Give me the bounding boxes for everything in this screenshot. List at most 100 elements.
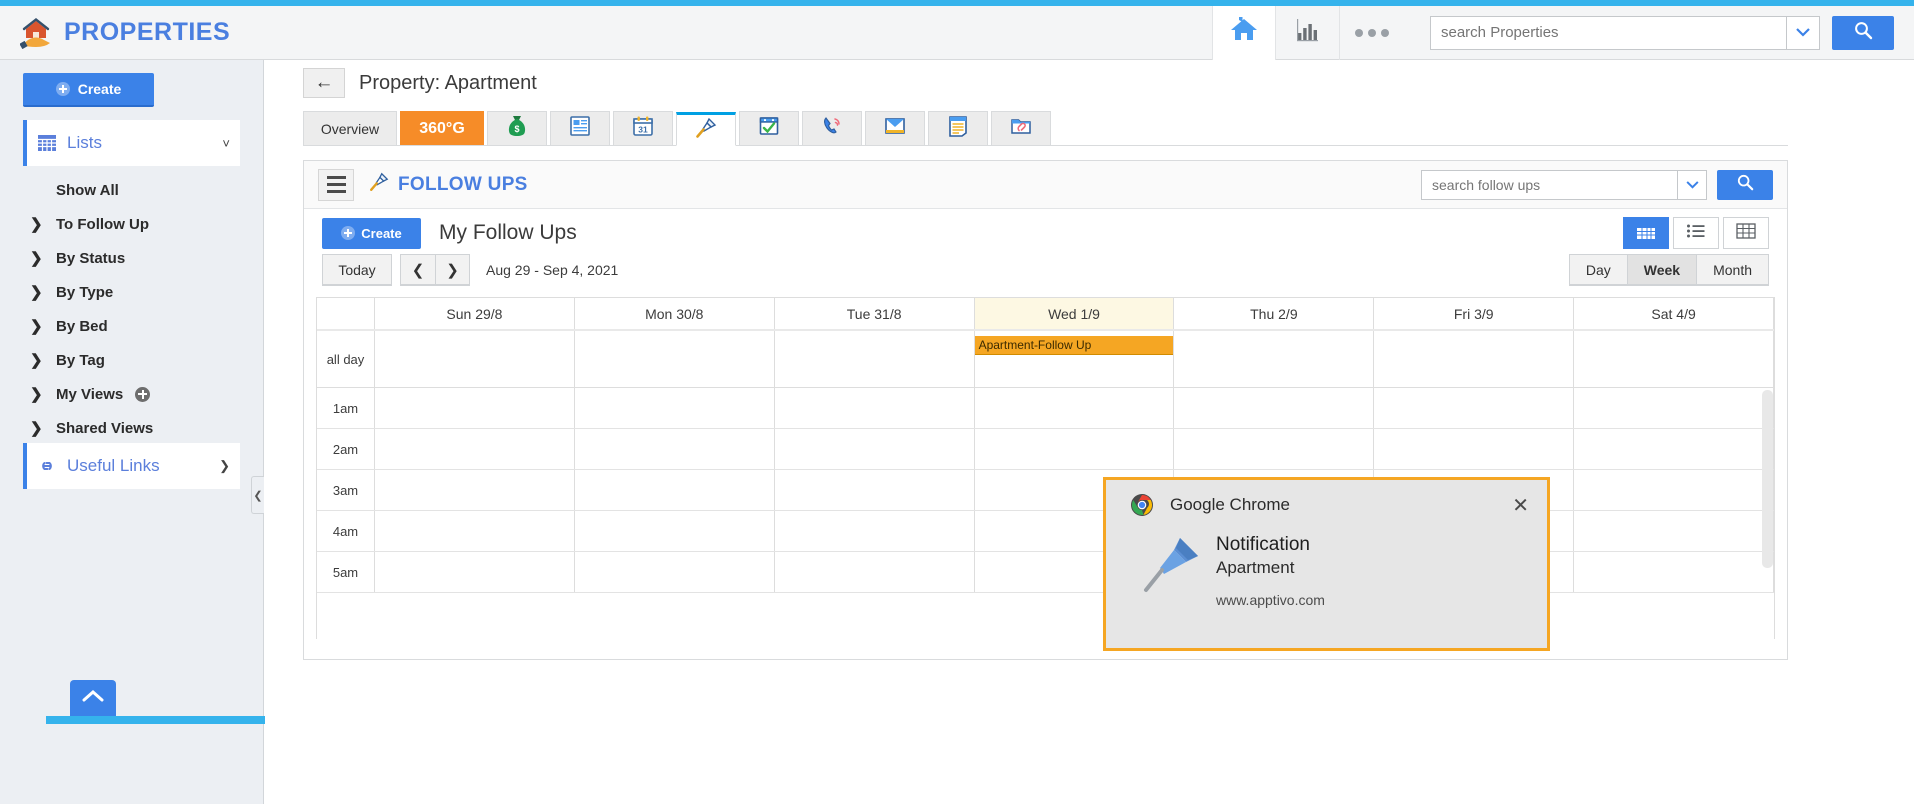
slot-cell[interactable] xyxy=(1574,429,1774,469)
all-day-cell-mon[interactable] xyxy=(575,331,775,387)
next-period-button[interactable]: ❯ xyxy=(435,254,470,286)
slot-cell[interactable] xyxy=(575,552,775,592)
day-header-mon[interactable]: Mon 30/8 xyxy=(575,298,775,329)
slot-cell[interactable] xyxy=(375,470,575,510)
slot-cell[interactable] xyxy=(1574,511,1774,551)
calendar-layout-switch xyxy=(1623,217,1769,249)
table-view-button[interactable] xyxy=(1723,217,1769,249)
all-day-cell-thu[interactable] xyxy=(1174,331,1374,387)
attachment-folder-icon xyxy=(1010,116,1032,141)
today-button[interactable]: Today xyxy=(322,254,392,286)
follow-ups-search-button[interactable] xyxy=(1717,170,1773,200)
all-day-cell-sun[interactable] xyxy=(375,331,575,387)
page-title: Property: Apartment xyxy=(359,72,537,95)
sidebar-item-shared-views[interactable]: ❯ Shared Views xyxy=(0,411,264,445)
back-button[interactable]: ← xyxy=(303,68,345,98)
slot-cell[interactable] xyxy=(1574,552,1774,592)
follow-ups-search-input[interactable] xyxy=(1421,170,1677,200)
calendar-view-button[interactable] xyxy=(1623,217,1669,249)
list-view-button[interactable] xyxy=(1673,217,1719,249)
period-month-button[interactable]: Month xyxy=(1697,254,1769,286)
slot-cell[interactable] xyxy=(775,388,975,428)
day-header-wed[interactable]: Wed 1/9 xyxy=(975,298,1175,329)
tab-notes[interactable] xyxy=(928,111,988,145)
slot-cell[interactable] xyxy=(1174,388,1374,428)
day-header-thu[interactable]: Thu 2/9 xyxy=(1174,298,1374,329)
all-day-cell-tue[interactable] xyxy=(775,331,975,387)
close-icon[interactable]: ✕ xyxy=(1512,493,1529,518)
tab-tasks[interactable] xyxy=(739,111,799,145)
slot-cell[interactable] xyxy=(775,429,975,469)
slot-cell[interactable] xyxy=(375,511,575,551)
sidebar-item-by-status[interactable]: ❯ By Status xyxy=(0,241,264,275)
create-button[interactable]: Create xyxy=(23,73,154,107)
sidebar-item-my-views[interactable]: ❯ My Views xyxy=(0,377,264,411)
calendar-scrollbar[interactable] xyxy=(1762,390,1773,568)
slot-cell[interactable] xyxy=(575,470,775,510)
tab-calendar[interactable]: 31 xyxy=(613,111,673,145)
calendar-period-switch: Day Week Month xyxy=(1569,254,1769,286)
prev-period-button[interactable]: ❮ xyxy=(400,254,435,286)
all-day-cell-wed[interactable]: Apartment-Follow Up xyxy=(975,331,1175,387)
search-scope-dropdown[interactable] xyxy=(1786,16,1820,50)
all-day-cell-fri[interactable] xyxy=(1374,331,1574,387)
slot-cell[interactable] xyxy=(1374,388,1574,428)
period-day-button[interactable]: Day xyxy=(1569,254,1628,286)
slot-cell[interactable] xyxy=(1574,388,1774,428)
sidebar-item-label: By Bed xyxy=(56,318,108,335)
slot-cell[interactable] xyxy=(575,429,775,469)
sidebar-item-by-bed[interactable]: ❯ By Bed xyxy=(0,309,264,343)
add-view-icon[interactable] xyxy=(135,387,150,402)
scroll-to-top-button[interactable] xyxy=(70,680,116,716)
day-header-sat[interactable]: Sat 4/9 xyxy=(1574,298,1774,329)
sidebar-item-to-follow-up[interactable]: ❯ To Follow Up xyxy=(0,207,264,241)
chevron-right-icon: ❯ xyxy=(30,283,56,301)
slot-cell[interactable] xyxy=(775,511,975,551)
slot-cell[interactable] xyxy=(375,388,575,428)
slot-cell[interactable] xyxy=(775,470,975,510)
tab-calls[interactable] xyxy=(802,111,862,145)
sidebar-collapse-toggle[interactable]: ❮ xyxy=(251,476,264,514)
slot-cell[interactable] xyxy=(575,388,775,428)
panel-header: FOLLOW UPS xyxy=(304,161,1787,209)
sidebar-item-by-type[interactable]: ❯ By Type xyxy=(0,275,264,309)
slot-cell[interactable] xyxy=(1174,429,1374,469)
search-input[interactable] xyxy=(1430,16,1786,50)
tab-emails[interactable] xyxy=(865,111,925,145)
more-button[interactable] xyxy=(1340,6,1404,60)
all-day-cell-sat[interactable] xyxy=(1574,331,1774,387)
sidebar-item-by-tag[interactable]: ❯ By Tag xyxy=(0,343,264,377)
tab-360[interactable]: 360°G xyxy=(400,111,484,145)
panel-menu-button[interactable] xyxy=(318,169,354,201)
sidebar-group-useful-links[interactable]: Useful Links ❯ xyxy=(23,443,240,489)
sidebar-item-label: Show All xyxy=(56,182,119,199)
slot-cell[interactable] xyxy=(775,552,975,592)
search-button[interactable] xyxy=(1832,16,1894,50)
day-header-fri[interactable]: Fri 3/9 xyxy=(1374,298,1574,329)
slot-cell[interactable] xyxy=(375,429,575,469)
calendar-event[interactable]: Apartment-Follow Up xyxy=(975,336,1174,355)
tab-follow-ups[interactable] xyxy=(676,112,736,146)
chevron-right-icon: ❯ xyxy=(30,385,56,403)
slot-cell[interactable] xyxy=(1574,470,1774,510)
home-button[interactable] xyxy=(1212,6,1276,60)
day-header-sun[interactable]: Sun 29/8 xyxy=(375,298,575,329)
follow-ups-search-scope-dropdown[interactable] xyxy=(1677,170,1707,200)
slot-cell[interactable] xyxy=(975,429,1175,469)
sidebar-group-lists[interactable]: Lists ˅ xyxy=(23,120,240,166)
tab-overview[interactable]: Overview xyxy=(303,111,397,145)
slot-cell[interactable] xyxy=(375,552,575,592)
tab-attachments[interactable] xyxy=(991,111,1051,145)
period-week-button[interactable]: Week xyxy=(1628,254,1697,286)
reports-button[interactable] xyxy=(1276,6,1340,60)
tab-finance[interactable]: $ xyxy=(487,111,547,145)
slot-cell[interactable] xyxy=(1374,429,1574,469)
slot-cell[interactable] xyxy=(575,511,775,551)
slot-cell[interactable] xyxy=(975,388,1175,428)
calendar-view-icon xyxy=(1636,222,1656,245)
calendar-create-button[interactable]: Create xyxy=(322,218,421,249)
brand[interactable]: PROPERTIES xyxy=(0,17,230,49)
day-header-tue[interactable]: Tue 31/8 xyxy=(775,298,975,329)
sidebar-item-show-all[interactable]: Show All xyxy=(0,173,264,207)
tab-news[interactable] xyxy=(550,111,610,145)
